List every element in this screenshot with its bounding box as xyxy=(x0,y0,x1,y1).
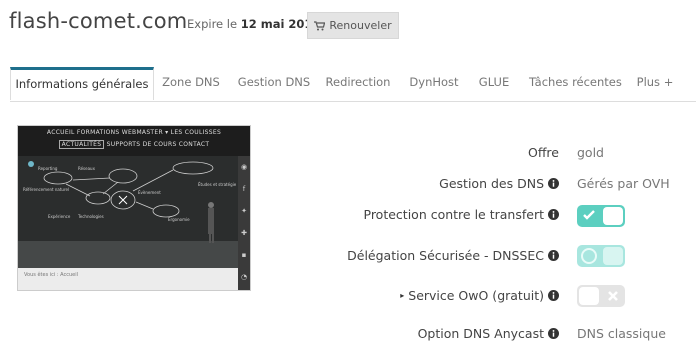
caret-right-icon: ▸ xyxy=(400,291,405,300)
toggle-knob xyxy=(603,207,623,225)
preview-nav-news: ACTUALITÉS xyxy=(58,140,105,149)
domain-title: flash-comet.com xyxy=(9,9,188,33)
pinterest-icon: ◔ xyxy=(240,273,248,281)
dnssec-label-text: Délégation Sécurisée - DNSSEC xyxy=(347,248,544,263)
svg-text:Évènement: Évènement xyxy=(138,190,161,195)
tab-dns-management[interactable]: Gestion DNS xyxy=(236,67,312,101)
svg-text:Ergonomie: Ergonomie xyxy=(168,217,190,222)
transfer-protection-label-text: Protection contre le transfert xyxy=(363,207,545,222)
preview-social-bar: ◉ f ✦ ✚ ▪ ◔ xyxy=(238,156,250,290)
preview-nav-row1: ACCUEIL FORMATIONS WEBMASTER ▾ LES COULI… xyxy=(46,129,222,136)
linkedin-icon: ▪ xyxy=(241,251,247,259)
twitter-icon: ✦ xyxy=(241,207,247,215)
tab-more[interactable]: Plus + xyxy=(635,67,675,101)
svg-text:Réseaux: Réseaux xyxy=(78,166,96,171)
googleplus-icon: ✚ xyxy=(241,229,247,237)
svg-text:Expérience: Expérience xyxy=(48,214,71,219)
tab-glue[interactable]: GLUE xyxy=(475,67,513,101)
anycast-value: DNS classique xyxy=(577,326,666,341)
svg-text:Référencement naturel: Référencement naturel xyxy=(23,187,69,192)
preview-breadcrumb: Vous êtes ici : Accueil xyxy=(18,268,238,290)
preview-chalkboard-image: Reporting Réseaux Référencement naturel Év… xyxy=(18,156,238,268)
owo-label-text: Service OwO (gratuit) xyxy=(408,288,544,303)
preview-nav: ACCUEIL FORMATIONS WEBMASTER ▾ LES COULI… xyxy=(18,126,250,156)
offer-label: Offre xyxy=(528,145,559,160)
dnssec-toggle[interactable] xyxy=(577,245,625,267)
tab-general-info[interactable]: Informations générales xyxy=(10,67,154,100)
preview-nav-links: SUPPORTS DE COURS CONTACT xyxy=(106,141,210,148)
tab-recent-tasks[interactable]: Tâches récentes xyxy=(529,67,622,101)
dns-management-label-text: Gestion des DNS xyxy=(439,176,544,191)
expire-prefix: Expire le xyxy=(187,17,238,31)
owo-toggle[interactable] xyxy=(577,285,625,307)
info-icon[interactable] xyxy=(548,250,559,261)
transfer-protection-toggle[interactable] xyxy=(577,205,625,227)
renew-button[interactable]: Renouveler xyxy=(307,12,399,39)
facebook-icon: f xyxy=(242,185,246,193)
tab-bar: Informations générales Zone DNS Gestion … xyxy=(10,67,696,102)
svg-text:Études et stratégie: Études et stratégie xyxy=(198,182,237,187)
tab-dynhost[interactable]: DynHost xyxy=(408,67,460,101)
toggle-knob xyxy=(579,287,599,305)
anycast-label-text: Option DNS Anycast xyxy=(417,326,544,341)
site-preview[interactable]: ACCUEIL FORMATIONS WEBMASTER ▾ LES COULI… xyxy=(17,125,251,291)
info-icon[interactable] xyxy=(548,209,559,220)
info-icon[interactable] xyxy=(548,178,559,189)
svg-text:Reporting: Reporting xyxy=(38,166,58,171)
svg-text:Technologies: Technologies xyxy=(77,214,104,219)
chalkboard-drawing: Reporting Réseaux Référencement naturel Év… xyxy=(18,156,238,268)
loading-ring-icon xyxy=(581,248,597,264)
dnssec-label: Délégation Sécurisée - DNSSEC xyxy=(347,248,559,263)
tab-redirection[interactable]: Redirection xyxy=(324,67,392,101)
rss-icon: ◉ xyxy=(240,163,248,171)
cross-icon xyxy=(608,291,618,301)
info-icon[interactable] xyxy=(548,328,559,339)
toggle-knob xyxy=(603,247,623,265)
owo-label[interactable]: ▸ Service OwO (gratuit) xyxy=(400,288,559,303)
check-icon xyxy=(583,210,595,220)
expiry-text: Expire le 12 mai 2018 xyxy=(187,17,320,31)
dns-management-value: Gérés par OVH xyxy=(577,176,670,191)
preview-nav-row2: ACTUALITÉS SUPPORTS DE COURS CONTACT xyxy=(18,140,250,149)
dns-management-label: Gestion des DNS xyxy=(439,176,559,191)
info-icon[interactable] xyxy=(548,290,559,301)
offer-value: gold xyxy=(577,145,604,160)
transfer-protection-label: Protection contre le transfert xyxy=(363,207,559,222)
tab-dns-zone[interactable]: Zone DNS xyxy=(158,67,224,101)
renew-label: Renouveler xyxy=(329,19,392,32)
anycast-label: Option DNS Anycast xyxy=(418,326,559,341)
cart-icon xyxy=(314,20,326,30)
offer-label-text: Offre xyxy=(527,145,559,160)
